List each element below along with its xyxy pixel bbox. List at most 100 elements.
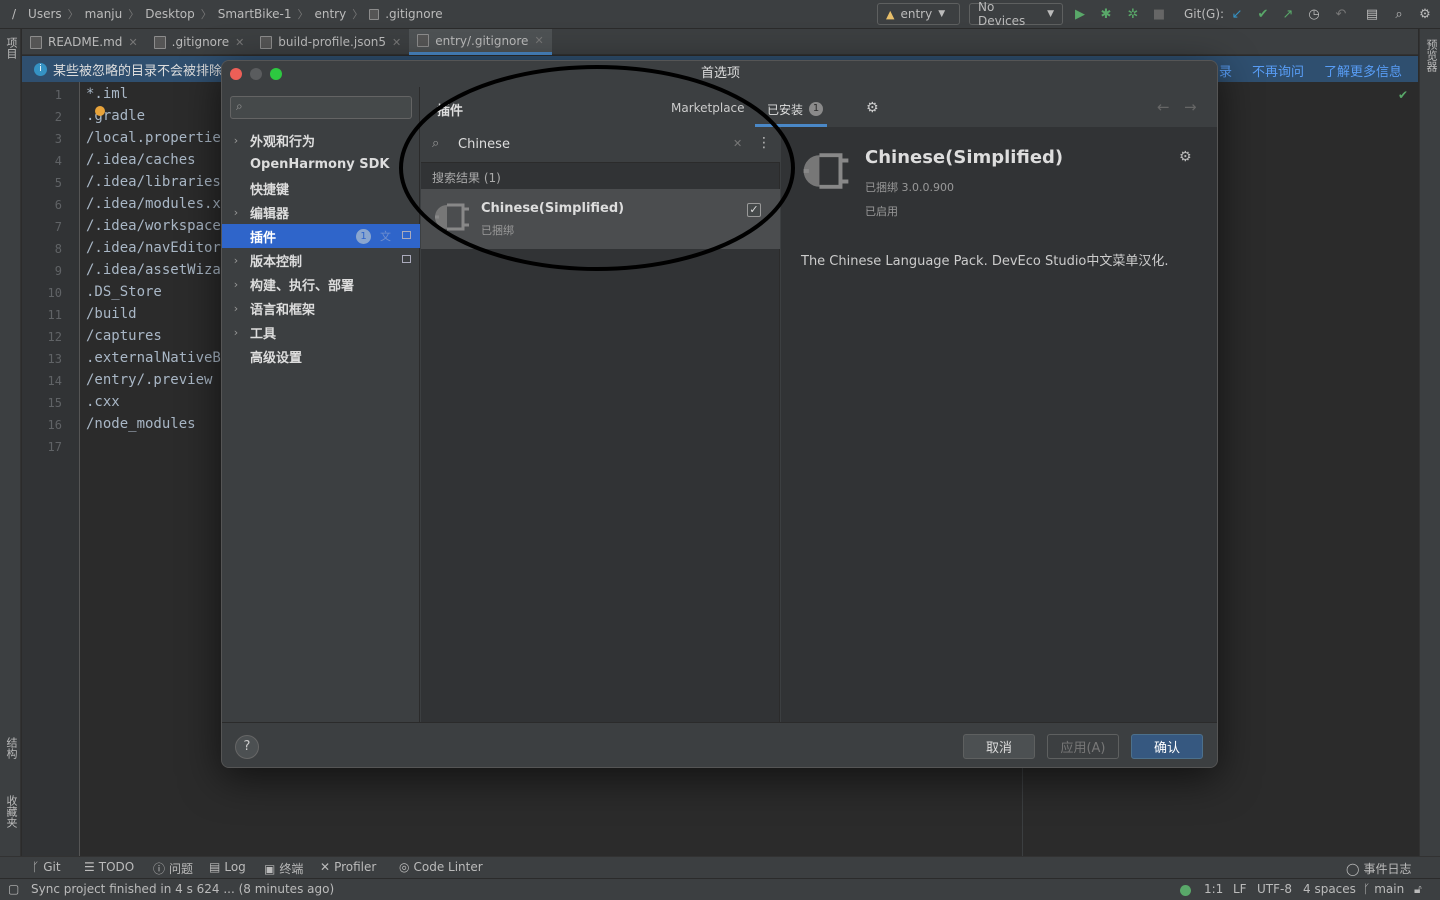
code-line[interactable]: /.idea/modules.xml [86,196,238,212]
file-icon [153,35,166,49]
breadcrumb-item[interactable]: SmartBike-1 [218,7,292,21]
structure-tool-button[interactable]: 结构 [3,737,19,759]
inspection-ok-icon[interactable]: ✔ [1398,88,1408,102]
chevron-right-icon: › [233,253,239,267]
gear-icon[interactable]: ⚙ [1417,6,1433,22]
status-indicator-icon[interactable] [1180,885,1191,896]
list-icon: ☰ [84,860,95,874]
settings-nav-item[interactable]: › 构建、执行、部署 [222,272,420,296]
caret-position[interactable]: 1:1 [1204,882,1223,896]
git-update-icon[interactable]: ↙ [1229,6,1245,22]
tool-window-button[interactable]: ⓘ 问题 [153,860,193,877]
settings-nav-item[interactable]: 插件 1 文 [222,224,420,248]
tab-build-profile[interactable]: build-profile.json5 ✕ [252,29,409,55]
settings-nav-item[interactable]: › 外观和行为 [222,128,420,152]
notification-link[interactable]: 录 [1219,61,1232,80]
code-line[interactable]: /build [86,306,137,322]
bulb-icon[interactable] [95,106,105,116]
back-arrow-icon[interactable]: ← [1157,98,1170,116]
file-encoding[interactable]: UTF-8 [1257,882,1292,896]
run-config-dropdown[interactable]: ▲ entry ▼ [877,3,960,25]
close-icon[interactable]: ✕ [392,36,401,49]
tool-window-button[interactable]: ▤ Log [209,860,246,874]
code-line[interactable]: *.iml [86,86,128,102]
chevron-right-icon: › [233,205,239,219]
dont-ask-again-link[interactable]: 不再询问 [1252,61,1304,80]
settings-nav-label: 插件 [250,230,277,246]
code-line[interactable]: .cxx [86,394,120,410]
favorites-tool-button[interactable]: 收藏夹 [3,795,19,828]
project-tool-button[interactable]: 项目 [3,37,19,59]
breadcrumb-item[interactable]: Users [28,7,62,21]
breadcrumb-item[interactable]: .gitignore [385,7,442,21]
tool-window-button[interactable]: ◎ Code Linter [399,860,483,874]
settings-nav-item[interactable]: OpenHarmony SDK [222,152,420,176]
project-structure-icon[interactable]: ▤ [1364,6,1380,22]
apply-button[interactable]: 应用(A) [1047,734,1119,759]
breadcrumb-item[interactable]: entry [314,7,346,21]
breadcrumb-separator-icon: 〉 [352,8,364,21]
settings-nav-item[interactable]: 高级设置 [222,344,420,368]
minimize-window-icon[interactable] [250,68,262,80]
log-icon: ▤ [209,860,221,874]
close-window-icon[interactable] [230,68,242,80]
tab-gitignore[interactable]: .gitignore ✕ [146,29,253,55]
settings-nav-item[interactable]: › 工具 [222,320,420,344]
forward-arrow-icon[interactable]: → [1184,98,1197,116]
code-line[interactable]: /.idea/caches [86,152,196,168]
indent-setting[interactable]: 4 spaces [1303,882,1356,896]
breadcrumb-item[interactable]: manju [85,7,123,21]
rollback-icon[interactable]: ↶ [1333,6,1349,22]
zoom-window-icon[interactable] [270,68,282,80]
event-log-button[interactable]: ◯ 事件日志 [1346,860,1411,877]
close-icon[interactable]: ✕ [534,34,543,47]
code-line[interactable]: .DS_Store [86,284,162,300]
settings-nav-item[interactable]: 快捷键 [222,176,420,200]
status-message[interactable]: Sync project finished in 4 s 624 ... (8 … [31,882,334,896]
code-line[interactable]: /local.properties [86,130,229,146]
learn-more-link[interactable]: 了解更多信息 [1324,61,1402,80]
debug-icon[interactable]: ✱ [1098,6,1114,22]
ok-button[interactable]: 确认 [1131,734,1203,759]
close-icon[interactable]: ✕ [128,36,137,49]
attach-debugger-icon[interactable]: ✲ [1125,6,1141,22]
tool-window-button[interactable]: ▣ 终端 [264,860,303,877]
search-icon[interactable]: ⌕ [1391,6,1407,22]
history-icon[interactable]: ◷ [1306,6,1322,22]
git-commit-icon[interactable]: ✔ [1255,6,1271,22]
code-line[interactable]: /.idea/libraries [86,174,221,190]
settings-nav-item[interactable]: › 编辑器 [222,200,420,224]
gear-icon[interactable]: ⚙ [866,100,879,116]
close-icon[interactable]: ✕ [235,36,244,49]
code-line[interactable]: /node_modules [86,416,196,432]
stop-icon[interactable]: ■ [1151,6,1167,22]
lock-icon[interactable]: 🔓︎ [1414,882,1422,897]
settings-nav-item[interactable]: › 版本控制 [222,248,420,272]
git-push-icon[interactable]: ↗ [1280,6,1296,22]
tool-window-button[interactable]: ᚴ Git [32,860,61,874]
settings-search-input[interactable]: ⌕ [230,96,412,119]
tool-window-button[interactable]: ☰ TODO [84,860,134,874]
navigation-bar: / Users 〉 manju 〉 Desktop 〉 SmartBike-1 〉 en… [0,0,1440,29]
cancel-button[interactable]: 取消 [963,734,1035,759]
breadcrumb-root[interactable]: / [12,7,16,21]
plugin-settings-gear-icon[interactable]: ⚙ [1179,149,1192,165]
run-config-label: entry [900,7,933,21]
tab-readme[interactable]: README.md ✕ [22,29,146,55]
line-separator[interactable]: LF [1233,882,1247,896]
markdown-file-icon [30,35,42,49]
tab-entry-gitignore[interactable]: entry/.gitignore ✕ [409,29,552,55]
code-line[interactable]: /entry/.preview [86,372,212,388]
device-dropdown[interactable]: No Devices ▼ [969,0,1063,28]
settings-nav-item[interactable]: › 语言和框架 [222,296,420,320]
git-branch-widget[interactable]: ᚴ main [1363,882,1404,896]
previewer-tool-button[interactable]: 预览器 [1423,39,1439,72]
breadcrumb-item[interactable]: Desktop [145,7,195,21]
code-line[interactable]: /captures [86,328,162,344]
line-number: 1 [54,88,62,102]
line-number: 2 [54,110,62,124]
tool-windows-icon[interactable]: ▢ [8,882,19,896]
help-button[interactable]: ? [235,735,259,759]
run-icon[interactable]: ▶ [1072,6,1088,22]
tool-window-button[interactable]: ✕ Profiler [320,860,376,874]
